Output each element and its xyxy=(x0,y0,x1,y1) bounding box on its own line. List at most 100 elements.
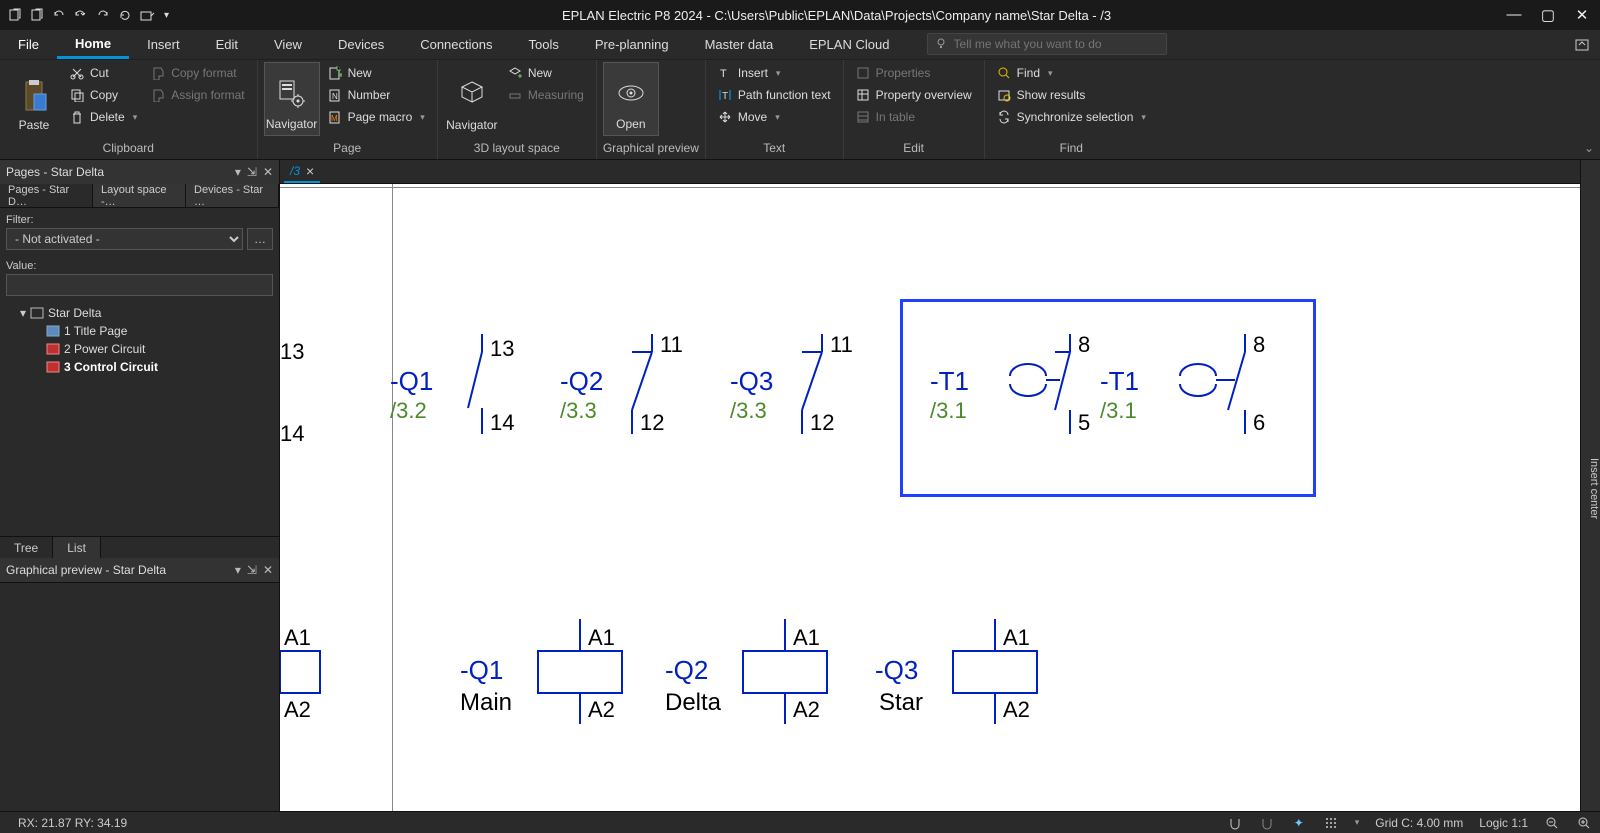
navtab-pages[interactable]: Pages - Star D… xyxy=(0,184,93,207)
redo-btn[interactable] xyxy=(96,8,110,22)
close-btn[interactable]: ✕ xyxy=(1572,6,1592,24)
navtab-layout[interactable]: Layout space -… xyxy=(93,184,186,207)
pages-panel-header: Pages - Star Delta ▾ ⇲ ✕ xyxy=(0,160,279,184)
tab-view[interactable]: View xyxy=(256,30,320,59)
maximize-btn[interactable]: ▢ xyxy=(1538,6,1558,24)
paste-button[interactable]: Paste xyxy=(6,62,62,136)
status-coords: RX: 21.87 RY: 34.19 xyxy=(8,816,1227,830)
page-new-button[interactable]: New xyxy=(322,62,431,84)
doc-tab-close[interactable]: × xyxy=(306,163,314,179)
panel-close-btn[interactable]: ✕ xyxy=(263,165,273,179)
svg-text:N: N xyxy=(332,92,338,101)
preview-panel-header: Graphical preview - Star Delta ▾ ⇲ ✕ xyxy=(0,558,279,582)
property-overview-button[interactable]: Property overview xyxy=(850,84,978,106)
pin-label: 8 xyxy=(1253,332,1265,358)
tell-me-input[interactable] xyxy=(954,37,1159,51)
panel-menu-btn[interactable]: ▾ xyxy=(235,165,241,179)
tab-file[interactable]: File xyxy=(0,30,57,59)
device-tag: -Q2 xyxy=(665,655,708,686)
ribbon-expand-btn[interactable]: ⌄ xyxy=(1584,141,1594,155)
tab-tools[interactable]: Tools xyxy=(510,30,576,59)
undo-dd-btn[interactable] xyxy=(74,8,88,22)
copy-button[interactable]: Copy xyxy=(64,84,143,106)
device-tag: -Q1 xyxy=(390,366,433,397)
value-input[interactable] xyxy=(6,274,273,296)
pages-tree[interactable]: ▾ Star Delta 1 Title Page 2 Power Circui… xyxy=(0,300,279,536)
preview-panel-body xyxy=(0,582,279,811)
grid-icon[interactable] xyxy=(1323,815,1339,831)
ribbon-group-edit: Properties Property overview In table Ed… xyxy=(844,60,985,159)
cross-ref: /3.1 xyxy=(1100,398,1137,424)
zoom-in-icon[interactable] xyxy=(1576,815,1592,831)
preview-open-button[interactable]: Open xyxy=(603,62,659,136)
tree-root[interactable]: ▾ Star Delta xyxy=(6,304,273,322)
pin-label: A1 xyxy=(284,625,311,651)
status-bar: RX: 21.87 RY: 34.19 ✦ ▾ Grid C: 4.00 mm … xyxy=(0,811,1600,833)
device-tag: -T1 xyxy=(930,366,969,397)
tab-eplancloud[interactable]: EPLAN Cloud xyxy=(791,30,907,59)
minimize-btn[interactable]: — xyxy=(1504,6,1524,24)
bottab-list[interactable]: List xyxy=(53,537,101,558)
zoom-out-icon[interactable] xyxy=(1544,815,1560,831)
qat-btn[interactable] xyxy=(140,8,156,22)
refresh-btn[interactable] xyxy=(118,8,132,22)
schematic-canvas[interactable]: 13 14 13 14 -Q1 /3.2 xyxy=(280,184,1580,811)
bottab-tree[interactable]: Tree xyxy=(0,537,53,558)
grid-dd[interactable]: ▾ xyxy=(1355,817,1360,828)
show-results-button[interactable]: Show results xyxy=(991,84,1152,106)
tree-item[interactable]: 1 Title Page xyxy=(6,322,273,340)
tab-masterdata[interactable]: Master data xyxy=(687,30,792,59)
navtab-devices[interactable]: Devices - Star … xyxy=(186,184,279,207)
value-label: Value: xyxy=(6,260,36,272)
tell-me-search[interactable] xyxy=(927,33,1167,55)
delete-button[interactable]: Delete▾ xyxy=(64,106,143,128)
grid-label: Grid C: 4.00 mm xyxy=(1375,816,1463,830)
qat-btn[interactable] xyxy=(8,8,22,22)
qat-btn[interactable] xyxy=(30,8,44,22)
device-subtext: Main xyxy=(460,689,512,717)
svg-text:M: M xyxy=(331,114,338,123)
tab-preplanning[interactable]: Pre-planning xyxy=(577,30,687,59)
text-move-button[interactable]: Move▾ xyxy=(712,106,837,128)
sync-selection-button[interactable]: Synchronize selection▾ xyxy=(991,106,1152,128)
ribbon-collapse-btn[interactable] xyxy=(1574,37,1590,53)
layout-measuring-button: Measuring xyxy=(502,84,590,106)
panel-menu-btn[interactable]: ▾ xyxy=(235,563,241,577)
tab-home[interactable]: Home xyxy=(57,30,129,59)
pin-label: 11 xyxy=(830,332,853,358)
layout-navigator-button[interactable]: Navigator xyxy=(444,62,500,136)
panel-pin-btn[interactable]: ⇲ xyxy=(247,563,257,577)
cross-ref: /3.2 xyxy=(390,398,427,424)
panel-close-btn[interactable]: ✕ xyxy=(263,563,273,577)
svg-text:T: T xyxy=(720,68,727,80)
tree-item[interactable]: 2 Power Circuit xyxy=(6,340,273,358)
tab-devices[interactable]: Devices xyxy=(320,30,402,59)
text-insert-button[interactable]: TInsert▾ xyxy=(712,62,837,84)
tree-item-active[interactable]: 3 Control Circuit xyxy=(6,358,273,376)
crosshair-icon[interactable]: ✦ xyxy=(1291,815,1307,831)
layout-new-button[interactable]: New xyxy=(502,62,590,84)
cross-ref: /3.1 xyxy=(930,398,967,424)
value-block: Value: xyxy=(0,254,279,300)
path-function-text-button[interactable]: TPath function text xyxy=(712,84,837,106)
pages-bottom-tabs: Tree List xyxy=(0,536,279,558)
snap-icon[interactable] xyxy=(1227,815,1243,831)
tab-edit[interactable]: Edit xyxy=(198,30,256,59)
tab-connections[interactable]: Connections xyxy=(402,30,510,59)
filter-more-btn[interactable]: … xyxy=(247,228,273,250)
page-number-button[interactable]: NNumber xyxy=(322,84,431,106)
quick-access-toolbar: ▾ xyxy=(8,8,169,22)
cut-button[interactable]: Cut xyxy=(64,62,143,84)
undo-btn[interactable] xyxy=(52,8,66,22)
panel-pin-btn[interactable]: ⇲ xyxy=(247,165,257,179)
filter-select[interactable]: - Not activated - xyxy=(6,228,243,250)
page-navigator-button[interactable]: Navigator xyxy=(264,62,320,136)
insert-center-strip[interactable]: Insert center xyxy=(1580,160,1600,811)
page-macro-button[interactable]: MPage macro▾ xyxy=(322,106,431,128)
document-tabs: /3 × xyxy=(280,160,1580,184)
doc-tab[interactable]: /3 × xyxy=(284,161,320,183)
snap-icon-2[interactable] xyxy=(1259,815,1275,831)
pin-label: 14 xyxy=(490,410,514,436)
tab-insert[interactable]: Insert xyxy=(129,30,198,59)
find-button[interactable]: Find▾ xyxy=(991,62,1152,84)
